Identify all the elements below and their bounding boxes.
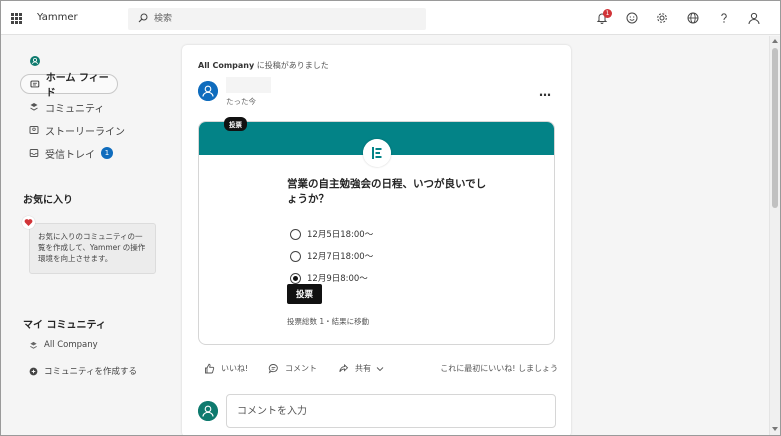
- heart-icon: [22, 216, 35, 229]
- sidebar-item-label: 受信トレイ: [45, 149, 95, 161]
- search-input[interactable]: [154, 12, 414, 26]
- sidebar-item-label: ストーリーライン: [45, 126, 125, 138]
- share-label: 共有: [355, 364, 371, 373]
- post-card: All Company に投稿がありました たった今 … 投票 営業の自主勉強会…: [182, 45, 571, 435]
- poll-option[interactable]: 12月7日18:00～: [290, 250, 373, 262]
- add-circle-icon: [29, 367, 38, 375]
- scrollbar-thumb[interactable]: [772, 48, 778, 208]
- poll-option-label: 12月5日18:00～: [307, 230, 374, 240]
- smiley-icon[interactable]: [625, 11, 639, 25]
- community-item-label: All Company: [44, 340, 98, 350]
- commenter-avatar: [198, 401, 218, 421]
- sidebar: ホーム フィード コミュニティ ストーリーライン 受信トレイ 1 お気に入り お…: [1, 36, 171, 435]
- poll-card: 投票 営業の自主勉強会の日程、いつが良いでしょうか？ 12月5日18:00～ 1…: [198, 117, 555, 345]
- post-actions: いいね! コメント 共有 これに最初にいいね! しましょう: [198, 363, 558, 377]
- inbox-count-badge: 1: [101, 147, 113, 159]
- thumbs-up-icon: [205, 363, 215, 374]
- sidebar-item-label: コミュニティ: [45, 103, 105, 115]
- sidebar-item-label: ホーム フィード: [45, 73, 109, 99]
- author-name[interactable]: [226, 77, 271, 93]
- search-box[interactable]: [128, 8, 426, 30]
- globe-icon[interactable]: [686, 11, 700, 25]
- comment-input[interactable]: [226, 394, 556, 428]
- top-bar: Yammer 1: [1, 1, 780, 35]
- poll-option[interactable]: 12月5日18:00～: [290, 228, 373, 240]
- sidebar-item-storyline[interactable]: ストーリーライン: [20, 120, 140, 140]
- share-icon: [339, 363, 349, 373]
- favorites-heading: お気に入り: [23, 195, 73, 206]
- more-options-button[interactable]: …: [539, 85, 551, 99]
- author-avatar[interactable]: [198, 81, 218, 101]
- community-icon: [30, 341, 37, 349]
- comment-label: コメント: [285, 364, 317, 373]
- like-label: いいね!: [221, 364, 249, 373]
- poll-question: 営業の自主勉強会の日程、いつが良いでしょうか？: [287, 178, 487, 205]
- help-icon[interactable]: [717, 11, 731, 25]
- poll-chip: 投票: [224, 117, 247, 131]
- scroll-down-icon[interactable]: [772, 427, 778, 431]
- notification-badge: 1: [603, 9, 612, 18]
- user-icon[interactable]: [747, 11, 761, 25]
- first-like-prompt: これに最初にいいね! しましょう: [440, 364, 558, 373]
- app-launcher-icon[interactable]: [11, 13, 22, 24]
- comment-button[interactable]: コメント: [268, 363, 317, 374]
- poll-option[interactable]: 12月9日8:00～: [290, 272, 368, 284]
- search-icon: [138, 13, 148, 23]
- communities-icon: [30, 103, 38, 111]
- poll-option-label: 12月9日8:00～: [307, 274, 368, 284]
- create-community-label: コミュニティを作成する: [44, 367, 137, 377]
- inbox-icon: [29, 149, 39, 157]
- chevron-down-icon: [376, 366, 384, 371]
- home-feed-icon: [30, 80, 40, 88]
- user-avatar-icon[interactable]: [30, 56, 40, 66]
- poll-option-label: 12月7日18:00～: [307, 252, 374, 262]
- create-community-link[interactable]: コミュニティを作成する: [29, 365, 137, 377]
- radio-button[interactable]: [290, 228, 301, 240]
- radio-button[interactable]: [290, 250, 301, 262]
- comment-icon: [268, 364, 278, 374]
- vote-summary[interactable]: 投票総数 1・結果に移動: [287, 316, 369, 327]
- posted-text: に投稿がありました: [254, 61, 329, 70]
- gear-icon[interactable]: [655, 11, 669, 25]
- my-communities-heading: マイ コミュニティ: [23, 320, 106, 331]
- radio-button-selected[interactable]: [290, 272, 301, 284]
- app-window: Yammer 1: [0, 0, 781, 436]
- community-item-all-company[interactable]: All Company: [29, 340, 98, 350]
- community-link[interactable]: All Company: [198, 61, 254, 70]
- app-title[interactable]: Yammer: [37, 12, 78, 23]
- share-button[interactable]: 共有: [338, 363, 384, 374]
- poll-icon: [363, 139, 391, 167]
- scroll-up-icon[interactable]: [772, 39, 778, 43]
- storyline-icon: [29, 126, 39, 134]
- favorites-hint: お気に入りのコミュニティの一覧を作成して、Yammer の操作環境を向上させます…: [29, 223, 156, 274]
- posted-in-line: All Company に投稿がありました: [198, 60, 329, 71]
- like-button[interactable]: いいね!: [204, 363, 248, 374]
- post-time: たった今: [226, 97, 256, 106]
- vote-button[interactable]: 投票: [287, 284, 322, 304]
- sidebar-item-home-feed[interactable]: ホーム フィード: [20, 73, 118, 99]
- page-scrollbar[interactable]: [769, 36, 780, 435]
- sidebar-item-inbox[interactable]: 受信トレイ 1: [20, 143, 140, 163]
- sidebar-item-communities[interactable]: コミュニティ: [20, 97, 140, 117]
